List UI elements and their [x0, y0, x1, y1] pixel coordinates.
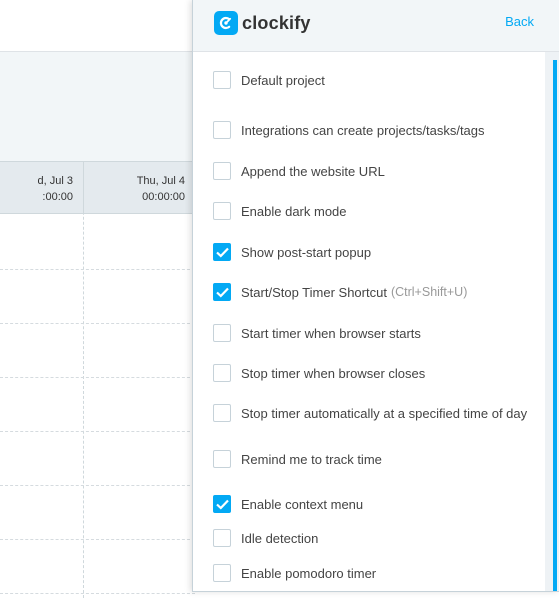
calendar-hour-gridline [0, 485, 195, 486]
calendar-hour-gridline [0, 323, 195, 324]
option-default-project[interactable]: Default project [213, 70, 325, 90]
back-link[interactable]: Back [505, 14, 534, 29]
calendar-hour-gridline [0, 431, 195, 432]
calendar-day-header: d, Jul 3 :00:00 [0, 162, 83, 214]
shortcut-hint: (Ctrl+Shift+U) [390, 285, 468, 299]
option-post-start-popup[interactable]: Show post-start popup [213, 242, 371, 262]
option-timer-shortcut[interactable]: Start/Stop Timer Shortcut (Ctrl+Shift+U) [213, 282, 467, 302]
option-label: Start timer when browser starts [241, 325, 421, 341]
option-label: Default project [241, 72, 325, 88]
checkmark-icon [216, 287, 229, 298]
option-label: Stop timer automatically at a specified … [241, 405, 528, 421]
checkmark-icon [216, 247, 229, 258]
calendar-hour-gridline [0, 269, 195, 270]
option-label: Idle detection [241, 530, 319, 546]
default-project-checkbox[interactable] [213, 71, 231, 89]
settings-header: clockify Back [193, 0, 559, 52]
calendar-topbar [0, 0, 195, 52]
option-append-url[interactable]: Append the website URL [213, 161, 385, 181]
start-on-browser-start-checkbox[interactable] [213, 324, 231, 342]
context-menu-checkbox[interactable] [213, 495, 231, 513]
option-label: Enable context menu [241, 496, 364, 512]
option-label: Append the website URL [241, 163, 385, 179]
calendar-hour-gridline [0, 377, 195, 378]
day-label: d, Jul 3 [37, 175, 73, 187]
dark-mode-checkbox[interactable] [213, 202, 231, 220]
option-label: Show post-start popup [241, 244, 372, 260]
option-integrations-create[interactable]: Integrations can create projects/tasks/t… [213, 120, 485, 140]
post-start-popup-checkbox[interactable] [213, 243, 231, 261]
option-remind-track[interactable]: Remind me to track time [213, 449, 382, 469]
scrollbar-thumb[interactable] [553, 60, 557, 591]
calendar-hour-gridline [0, 593, 195, 594]
calendar-hour-gridline [0, 539, 195, 540]
idle-detection-checkbox[interactable] [213, 529, 231, 547]
day-total: :00:00 [42, 191, 73, 203]
stop-on-browser-close-checkbox[interactable] [213, 364, 231, 382]
option-pomodoro[interactable]: Enable pomodoro timer [213, 563, 376, 583]
option-context-menu[interactable]: Enable context menu [213, 494, 363, 514]
settings-panel: clockify Back Default project Integratio… [192, 0, 559, 592]
brand-name: clockify [242, 12, 311, 33]
integrations-create-checkbox[interactable] [213, 121, 231, 139]
remind-track-checkbox[interactable] [213, 450, 231, 468]
option-start-on-browser-start[interactable]: Start timer when browser starts [213, 323, 421, 343]
calendar-summary-band [0, 52, 195, 162]
checkmark-icon [216, 499, 229, 510]
option-label: Enable pomodoro timer [241, 565, 377, 581]
option-label: Start/Stop Timer Shortcut [241, 284, 387, 300]
append-url-checkbox[interactable] [213, 162, 231, 180]
auto-stop-time-checkbox[interactable] [213, 404, 231, 422]
option-label: Integrations can create projects/tasks/t… [241, 122, 485, 138]
clockify-logo: clockify [214, 11, 311, 35]
day-label: Thu, Jul 4 [136, 175, 185, 187]
calendar-column-gridline [83, 162, 84, 598]
option-label: Stop timer when browser closes [241, 365, 426, 381]
option-stop-on-browser-close[interactable]: Stop timer when browser closes [213, 363, 425, 383]
option-label: Remind me to track time [241, 451, 382, 467]
pomodoro-checkbox[interactable] [213, 564, 231, 582]
option-label: Enable dark mode [241, 203, 347, 219]
calendar-day-header: Thu, Jul 4 00:00:00 [84, 162, 195, 214]
option-idle-detection[interactable]: Idle detection [213, 528, 318, 548]
timer-shortcut-checkbox[interactable] [213, 283, 231, 301]
clockify-logo-icon [214, 11, 238, 35]
option-auto-stop-time[interactable]: Stop timer automatically at a specified … [213, 403, 527, 423]
day-total: 00:00:00 [142, 191, 185, 203]
option-dark-mode[interactable]: Enable dark mode [213, 201, 347, 221]
